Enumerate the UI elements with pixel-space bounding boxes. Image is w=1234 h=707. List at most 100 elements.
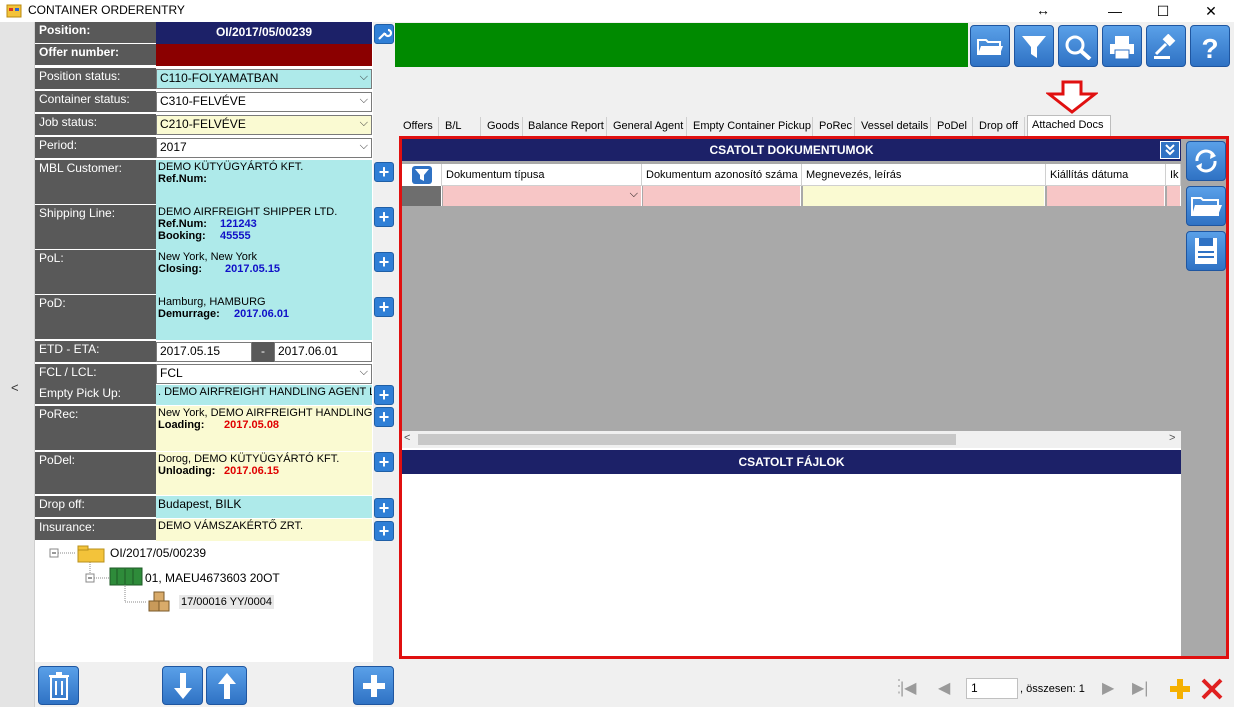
add-button[interactable] [353, 666, 394, 705]
move-up-button[interactable] [206, 666, 247, 705]
collapse-arrow-icon[interactable]: < [11, 380, 19, 395]
add-podel-button[interactable]: + [374, 452, 394, 472]
delete-button[interactable] [38, 666, 79, 705]
tab-goods[interactable]: Goods [483, 117, 523, 137]
auction-button[interactable] [1146, 25, 1186, 67]
filter-button[interactable] [1014, 25, 1054, 67]
job-status-select[interactable]: C210-FELVÉVE ⌵ [156, 115, 372, 135]
help-button[interactable]: ? [1190, 25, 1230, 67]
insurance-value[interactable]: DEMO VÁMSZAKÉRTŐ ZRT. [156, 519, 372, 541]
files-area[interactable] [402, 474, 1181, 656]
scroll-thumb[interactable] [418, 434, 956, 445]
add-pod-button[interactable]: + [374, 297, 394, 317]
boxes-icon [147, 591, 173, 613]
drop-off-label: Drop off: [35, 496, 156, 518]
tab-podel[interactable]: PoDel [933, 117, 973, 137]
add-pol-button[interactable]: + [374, 252, 394, 272]
new-row-issue-date-input[interactable] [1047, 186, 1165, 206]
porec-label: PoRec: [35, 406, 156, 451]
pod-value[interactable]: Hamburg, HAMBURG Demurrage: 2017.06.01 [156, 295, 372, 340]
page-number-input[interactable]: 1 [966, 678, 1018, 699]
next-page-icon[interactable]: ▶ [1102, 678, 1114, 698]
row-selector[interactable] [402, 186, 442, 206]
last-page-icon[interactable]: ▶| [1132, 678, 1148, 698]
add-empty-pickup-button[interactable]: + [374, 385, 394, 405]
tree-item-label[interactable]: 17/00016 YY/0004 [179, 595, 274, 609]
add-shipping-line-button[interactable]: + [374, 207, 394, 227]
position-status-value: C110-FOLYAMATBAN [160, 71, 279, 85]
tab-b-l[interactable]: B/L [441, 117, 481, 137]
offer-number-value[interactable] [156, 44, 372, 66]
col-issue-date[interactable]: Kiállítás dátuma [1046, 164, 1166, 186]
podel-value[interactable]: Dorog, DEMO KÜTYÜGYÁRTÓ KFT. Unloading: 2… [156, 452, 372, 495]
loading-value: 2017.05.08 [224, 419, 280, 431]
etd-input[interactable]: 2017.05.15 [156, 342, 252, 362]
empty-pickup-label: Empty Pick Up: [35, 385, 156, 405]
grid-filter-icon[interactable] [412, 166, 432, 184]
pol-label: PoL: [35, 250, 156, 295]
tab-empty-container-pickup[interactable]: Empty Container Pickup [689, 117, 813, 137]
open-folder-button[interactable] [970, 25, 1010, 67]
search-button[interactable] [1058, 25, 1098, 67]
scroll-left-icon[interactable]: < [404, 432, 410, 444]
first-page-icon[interactable]: |◀ [900, 678, 916, 698]
tab-balance-report[interactable]: Balance Report [524, 117, 607, 137]
col-doc-type[interactable]: Dokumentum típusa [442, 164, 642, 186]
tree-container-label[interactable]: 01, MAEU4673603 20OT [145, 571, 280, 585]
shipping-line-value[interactable]: DEMO AIRFREIGHT SHIPPER LTD. Ref.Num: 121… [156, 205, 372, 250]
collapse-strip[interactable]: < [0, 22, 35, 707]
container-icon [109, 566, 143, 586]
pol-value[interactable]: New York, New York Closing: 2017.05.15 [156, 250, 372, 295]
tab-porec[interactable]: PoRec [815, 117, 855, 137]
empty-pickup-value[interactable]: . DEMO AIRFREIGHT HANDLING AGENT LTD. [156, 385, 372, 405]
col-extra[interactable]: Ik [1166, 164, 1181, 186]
delete-record-icon[interactable] [1200, 677, 1224, 701]
move-down-button[interactable] [162, 666, 203, 705]
shipping-ref-label: Ref.Num: [158, 218, 207, 230]
status-bar-green [395, 23, 968, 67]
refresh-button[interactable] [1186, 141, 1226, 181]
new-row-extra-input[interactable] [1167, 186, 1181, 206]
tab-drop-off[interactable]: Drop off [975, 117, 1025, 137]
maximize-button[interactable]: ☐ [1140, 0, 1186, 22]
docs-section-title: CSATOLT DOKUMENTUMOK [402, 139, 1181, 161]
loading-label: Loading: [158, 419, 205, 431]
wrench-icon[interactable] [374, 24, 394, 44]
tab-attached-docs[interactable]: Attached Docs [1027, 115, 1111, 137]
col-doc-id[interactable]: Dokumentum azonosító száma [642, 164, 802, 186]
tab-vessel-details[interactable]: Vessel details [857, 117, 931, 137]
save-button[interactable] [1186, 231, 1226, 271]
demurrage-label: Demurrage: [158, 308, 220, 320]
minimize-button[interactable]: — [1092, 0, 1138, 22]
position-status-select[interactable]: C110-FOLYAMATBAN ⌵ [156, 69, 372, 89]
close-button[interactable]: ✕ [1188, 0, 1234, 22]
tab-offers[interactable]: Offers [399, 117, 439, 137]
fcl-lcl-select[interactable]: FCL ⌵ [156, 364, 372, 384]
drop-off-value[interactable]: Budapest, BILK [156, 496, 372, 518]
open-file-button[interactable] [1186, 186, 1226, 226]
add-porec-button[interactable]: + [374, 407, 394, 427]
new-row-doc-type-select[interactable]: ⌵ [443, 186, 642, 206]
col-description[interactable]: Megnevezés, leírás [802, 164, 1046, 186]
new-row-doc-id-input[interactable] [643, 186, 801, 206]
prev-page-icon[interactable]: ◀ [938, 678, 950, 698]
add-insurance-button[interactable]: + [374, 521, 394, 541]
scroll-right-icon[interactable]: > [1169, 432, 1175, 444]
resize-icon[interactable]: ↔ [1036, 2, 1050, 18]
container-status-select[interactable]: C310-FELVÉVE ⌵ [156, 92, 372, 112]
expand-icon[interactable] [1160, 141, 1180, 159]
new-row-description-input[interactable] [803, 186, 1045, 206]
mbl-customer-value[interactable]: DEMO KÜTYÜGYÁRTÓ KFT. Ref.Num: [156, 160, 372, 205]
period-select[interactable]: 2017 ⌵ [156, 138, 372, 158]
print-button[interactable] [1102, 25, 1142, 67]
porec-value[interactable]: New York, DEMO AIRFREIGHT HANDLING AG Lo… [156, 406, 372, 451]
add-mbl-customer-button[interactable]: + [374, 162, 394, 182]
horizontal-scrollbar[interactable]: < > [402, 431, 1181, 448]
add-drop-off-button[interactable]: + [374, 498, 394, 518]
tab-general-agent[interactable]: General Agent [609, 117, 687, 137]
tree-root-label[interactable]: OI/2017/05/00239 [110, 546, 206, 560]
add-record-icon[interactable] [1168, 677, 1192, 701]
chevron-down-icon: ⌵ [629, 188, 638, 200]
eta-input[interactable]: 2017.06.01 [274, 342, 372, 362]
chevron-down-icon: ⌵ [359, 94, 368, 106]
